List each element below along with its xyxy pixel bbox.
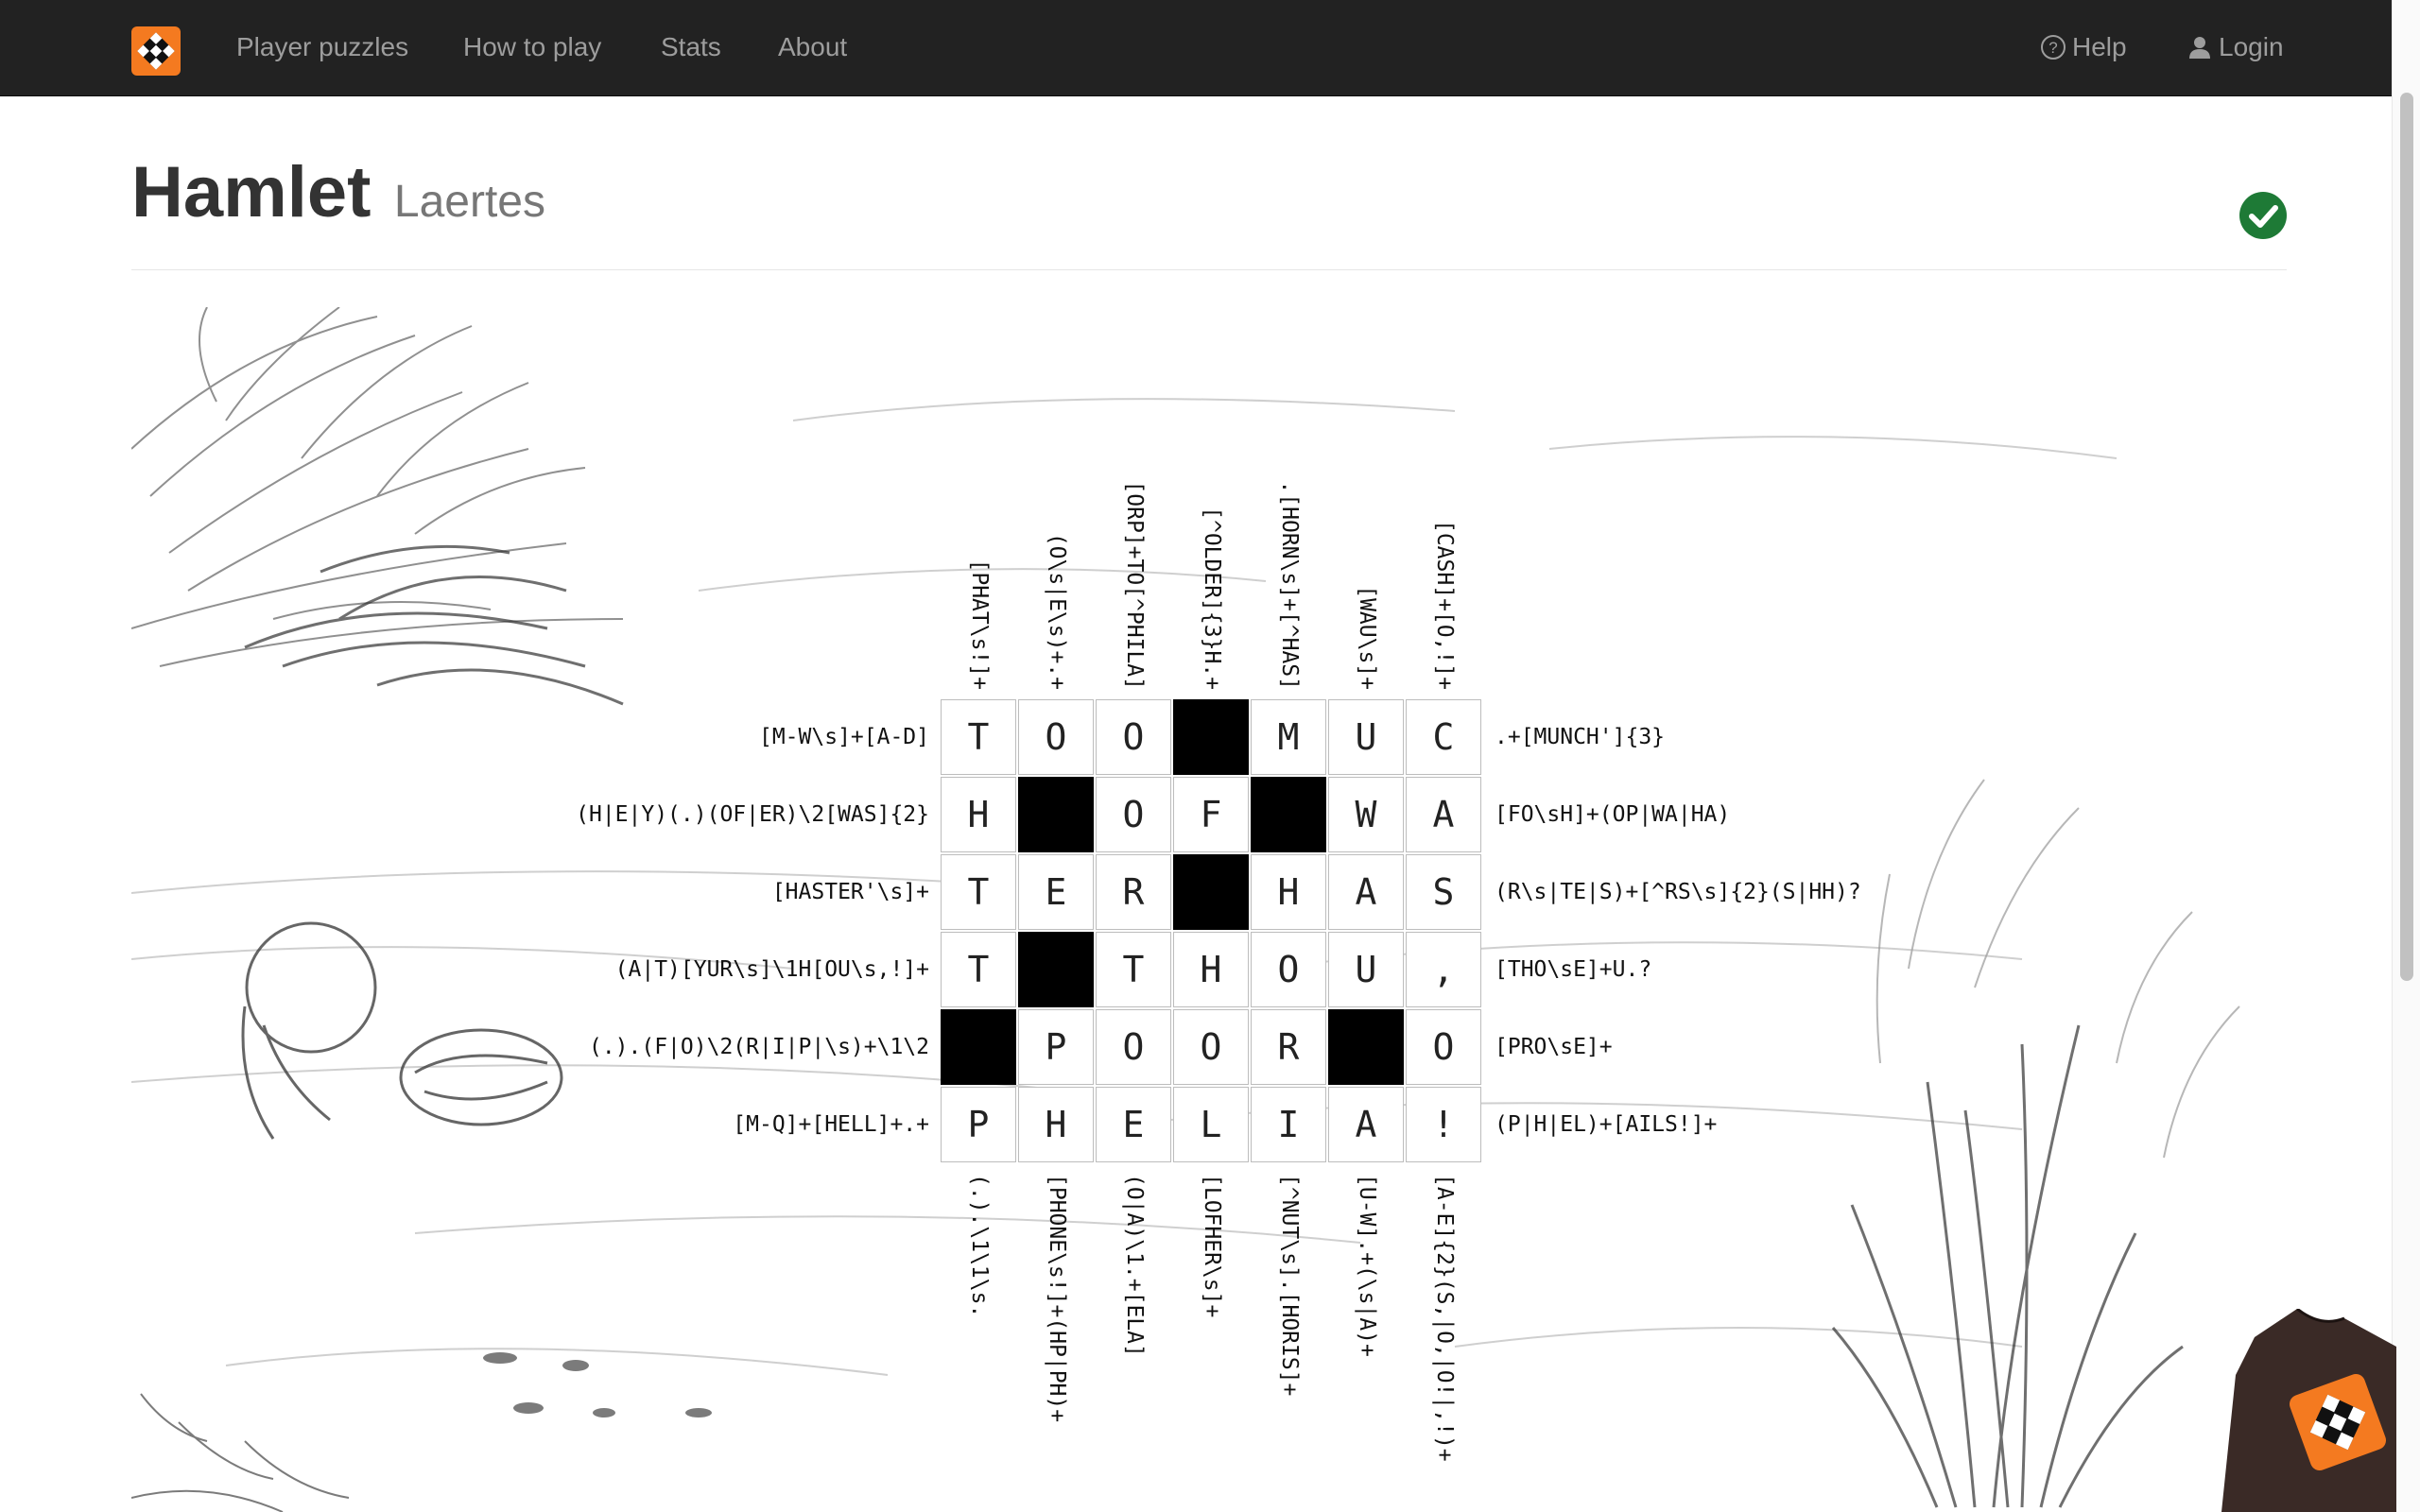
grid-cell[interactable] xyxy=(1251,777,1326,852)
grid-cell[interactable]: , xyxy=(1406,932,1481,1007)
grid-cell[interactable]: H xyxy=(1173,932,1249,1007)
navbar: Player puzzles How to play Stats About ?… xyxy=(0,0,2392,96)
grid-cell[interactable]: H xyxy=(941,777,1016,852)
column-clue-top: [WAU\s]+ xyxy=(1355,585,1379,690)
grid-cell[interactable]: R xyxy=(1251,1009,1326,1085)
checkmark-icon xyxy=(2239,192,2287,239)
nav-how-to-play[interactable]: How to play xyxy=(463,28,601,66)
column-clue-bottom: [A-E]{2}(S,|O,|O!|,!)+ xyxy=(1432,1174,1457,1462)
grid-cell[interactable] xyxy=(1173,854,1249,930)
grid-cell[interactable]: T xyxy=(941,854,1016,930)
page-scrollbar[interactable] xyxy=(2392,0,2420,1512)
row-clue-right: [THO\sE]+U.? xyxy=(1495,957,1652,982)
row-clue-left: (A|T)[YUR\s]\1H[OU\s,!]+ xyxy=(614,957,929,982)
row-clue-left: [M-Q]+[HELL]+.+ xyxy=(733,1112,929,1137)
grid-cell[interactable]: A xyxy=(1406,777,1481,852)
grid-cell[interactable]: P xyxy=(1018,1009,1094,1085)
grid-cell[interactable]: E xyxy=(1018,854,1094,930)
grid-cell[interactable]: O xyxy=(1096,777,1171,852)
row-clue-right: (R\s|TE|S)+[^RS\s]{2}(S|HH)? xyxy=(1495,880,1861,904)
grid-cell[interactable] xyxy=(941,1009,1016,1085)
column-clue-top: [ORP]+TO[^PHILA] xyxy=(1122,480,1147,690)
grid-cell[interactable]: O xyxy=(1096,1009,1171,1085)
page-title: Hamlet xyxy=(131,152,372,232)
column-clue-top: (O\s|E\s)+.+ xyxy=(1045,532,1069,690)
grid-cell[interactable]: A xyxy=(1328,1087,1404,1162)
page-title-row: Hamlet Laertes xyxy=(131,151,545,233)
grid-cell[interactable]: M xyxy=(1251,699,1326,775)
column-clue-top: [CASH]+[O,!]+ xyxy=(1432,519,1457,690)
grid-cell[interactable]: U xyxy=(1328,932,1404,1007)
help-link[interactable]: ? Help xyxy=(2040,28,2127,66)
grid-cell[interactable]: A xyxy=(1328,854,1404,930)
grid-cell[interactable]: R xyxy=(1096,854,1171,930)
header-divider xyxy=(131,269,2287,270)
grid-cell[interactable]: T xyxy=(941,699,1016,775)
grid-cell[interactable]: O xyxy=(1018,699,1094,775)
row-clue-left: [HASTER'\s]+ xyxy=(771,880,929,904)
row-clue-right: (P|H|EL)+[AILS!]+ xyxy=(1495,1112,1718,1137)
help-label: Help xyxy=(2072,32,2127,61)
login-link[interactable]: Login xyxy=(2187,28,2284,66)
column-clue-top: [PHAT\s!]+ xyxy=(967,558,992,690)
column-clue-bottom: [^NUT\s].[HORIS]+ xyxy=(1277,1174,1302,1397)
grid-cell[interactable]: W xyxy=(1328,777,1404,852)
grid-cell[interactable]: O xyxy=(1173,1009,1249,1085)
row-clue-right: [FO\sH]+(OP|WA|HA) xyxy=(1495,802,1731,827)
grid-cell[interactable]: I xyxy=(1251,1087,1326,1162)
column-clue-bottom: (O|A)\1.+[ELA] xyxy=(1122,1174,1147,1357)
grid-cell[interactable]: S xyxy=(1406,854,1481,930)
row-clue-right: .+[MUNCH']{3} xyxy=(1495,725,1666,749)
user-icon xyxy=(2189,37,2210,59)
help-icon: ? xyxy=(2041,35,2066,60)
column-clue-top: [^OLDER]{3}H.+ xyxy=(1200,507,1224,690)
grid-cell[interactable]: F xyxy=(1173,777,1249,852)
grid-cell[interactable] xyxy=(1018,777,1094,852)
column-clue-bottom: [LOFHER\s]+ xyxy=(1200,1174,1224,1318)
page-subtitle: Laertes xyxy=(393,177,545,227)
row-clue-right: [PRO\sE]+ xyxy=(1495,1035,1613,1059)
grid-cell[interactable] xyxy=(1173,699,1249,775)
logo-icon[interactable] xyxy=(131,26,181,76)
login-label: Login xyxy=(2219,32,2284,61)
column-clue-top: .[HORN\s]+[^HAS] xyxy=(1277,480,1302,690)
grid-cell[interactable] xyxy=(1328,1009,1404,1085)
svg-text:?: ? xyxy=(2048,39,2057,57)
grid-cell[interactable]: ! xyxy=(1406,1087,1481,1162)
nav-about[interactable]: About xyxy=(778,28,847,66)
grid-cell[interactable]: O xyxy=(1096,699,1171,775)
nav-stats[interactable]: Stats xyxy=(661,28,721,66)
row-clue-left: (.).(F|O)\2(R|I|P|\s)+\1\2 xyxy=(588,1035,929,1059)
scrollbar-thumb[interactable] xyxy=(2400,93,2413,981)
grid-cell[interactable]: E xyxy=(1096,1087,1171,1162)
grid-cell[interactable]: O xyxy=(1406,1009,1481,1085)
grid-cell[interactable]: H xyxy=(1251,854,1326,930)
grid-cell[interactable]: U xyxy=(1328,699,1404,775)
row-clue-left: (H|E|Y)(.)(OF|ER)\2[WAS]{2} xyxy=(576,802,929,827)
grid-cell[interactable] xyxy=(1018,932,1094,1007)
grid-cell[interactable]: H xyxy=(1018,1087,1094,1162)
grid-cell[interactable]: T xyxy=(1096,932,1171,1007)
column-clue-bottom: (.).\1\1\s. xyxy=(967,1174,992,1318)
column-clue-bottom: [U-W].+(\s|A)+ xyxy=(1355,1174,1379,1357)
row-clue-left: [M-W\s]+[A-D] xyxy=(758,725,929,749)
grid-cell[interactable]: O xyxy=(1251,932,1326,1007)
grid-cell[interactable]: T xyxy=(941,932,1016,1007)
grid-cell[interactable]: P xyxy=(941,1087,1016,1162)
grid-cell[interactable]: L xyxy=(1173,1087,1249,1162)
grid-cell[interactable]: C xyxy=(1406,699,1481,775)
column-clue-bottom: [PHONE\s!]+(HP|PH)+ xyxy=(1045,1174,1069,1423)
shirt-icon[interactable] xyxy=(2217,1309,2396,1512)
nav-player-puzzles[interactable]: Player puzzles xyxy=(236,28,408,66)
